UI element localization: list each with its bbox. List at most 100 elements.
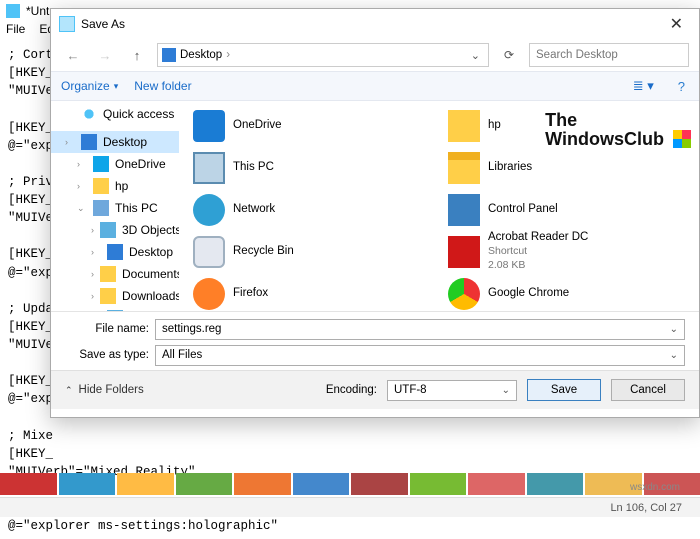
encoding-value: UTF-8 <box>394 384 427 396</box>
content-item-thispc[interactable]: This PC <box>189 147 434 189</box>
save-label: Save <box>551 384 577 396</box>
cancel-label: Cancel <box>630 384 666 396</box>
sidebar-label: 3D Objects <box>122 223 179 237</box>
watermark-site: wsxdn.com <box>630 482 680 493</box>
sidebar-label: Documents <box>122 267 179 281</box>
organize-label: Organize <box>61 79 110 93</box>
sidebar-item-3dobjects[interactable]: ›3D Objects <box>51 219 179 241</box>
content-item-acrobat[interactable]: Acrobat Reader DC Shortcut 2.08 KB <box>444 231 689 273</box>
content-item-hp[interactable]: hp <box>444 105 689 147</box>
breadcrumb-sep[interactable]: › <box>226 49 230 61</box>
dialog-nav: ← → ↑ Desktop › ⌄ ⟳ Search Desktop <box>51 39 699 71</box>
search-input[interactable]: Search Desktop <box>529 43 689 67</box>
sidebar-label: hp <box>115 179 128 193</box>
sidebar-label: OneDrive <box>115 157 166 171</box>
savetype-select[interactable]: All Files ⌄ <box>155 345 685 366</box>
notepad-statusbar: Ln 106, Col 27 <box>0 497 700 517</box>
menu-file[interactable]: File <box>6 22 25 42</box>
close-icon[interactable]: ✕ <box>662 12 691 36</box>
sidebar-label: This PC <box>115 201 158 215</box>
forward-button: → <box>93 43 117 67</box>
save-as-dialog: Save As ✕ ← → ↑ Desktop › ⌄ ⟳ Search Des… <box>50 8 700 418</box>
sidebar-label: Quick access <box>103 107 174 121</box>
back-button[interactable]: ← <box>61 43 85 67</box>
content-item-chrome[interactable]: Google Chrome <box>444 273 689 311</box>
sidebar-item-thispc[interactable]: ⌄This PC <box>51 197 179 219</box>
item-label: Google Chrome <box>488 287 569 301</box>
sidebar-item-onedrive[interactable]: ›OneDrive <box>51 153 179 175</box>
filename-value: settings.reg <box>162 323 221 335</box>
acrobat-icon <box>448 236 480 268</box>
desktop-icon <box>81 134 97 150</box>
save-button[interactable]: Save <box>527 379 601 401</box>
organize-button[interactable]: Organize ▾ <box>61 79 118 93</box>
content-item-controlpanel[interactable]: Control Panel <box>444 189 689 231</box>
desktop-icon <box>162 48 176 62</box>
control-panel-icon <box>448 194 480 226</box>
new-folder-button[interactable]: New folder <box>134 79 191 93</box>
savetype-label: Save as type: <box>65 349 149 361</box>
folder-icon <box>93 178 109 194</box>
onedrive-icon <box>193 110 225 142</box>
up-button[interactable]: ↑ <box>125 43 149 67</box>
savetype-value: All Files <box>162 349 202 361</box>
sidebar-item-downloads[interactable]: ›Downloads <box>51 285 179 307</box>
pc-icon <box>93 200 109 216</box>
item-label: OneDrive <box>233 119 282 133</box>
libraries-icon <box>448 152 480 184</box>
sidebar-item-desktop[interactable]: ›Desktop <box>51 131 179 153</box>
content-pane[interactable]: OneDrive hp This PC Libraries Network Co… <box>179 101 699 311</box>
cancel-button[interactable]: Cancel <box>611 379 685 401</box>
cropped-taskbar-strip <box>0 473 700 495</box>
chevron-down-icon[interactable]: ⌄ <box>670 324 678 335</box>
dialog-fields: File name: settings.reg ⌄ Save as type: … <box>51 311 699 370</box>
hide-folders-label: Hide Folders <box>79 384 144 396</box>
chevron-down-icon: ▾ <box>114 81 119 92</box>
recycle-bin-icon <box>193 236 225 268</box>
filename-input[interactable]: settings.reg ⌄ <box>155 319 685 340</box>
sidebar-label: Desktop <box>103 135 147 149</box>
dialog-title: Save As <box>81 17 662 31</box>
encoding-label: Encoding: <box>326 384 377 396</box>
sidebar[interactable]: Quick access ›Desktop ›OneDrive ›hp ⌄Thi… <box>51 101 179 311</box>
star-icon <box>81 106 97 122</box>
content-item-firefox[interactable]: Firefox <box>189 273 434 311</box>
network-icon <box>193 194 225 226</box>
folder-icon <box>100 266 116 282</box>
item-label: Libraries <box>488 161 532 175</box>
folder-icon <box>448 110 480 142</box>
folder-icon <box>100 288 116 304</box>
chevron-down-icon[interactable]: ⌄ <box>670 350 678 361</box>
sidebar-item-documents[interactable]: ›Documents <box>51 263 179 285</box>
cube-icon <box>100 222 116 238</box>
item-name: Acrobat Reader DC <box>488 231 588 243</box>
sidebar-item-desktop2[interactable]: ›Desktop <box>51 241 179 263</box>
content-item-network[interactable]: Network <box>189 189 434 231</box>
dialog-titlebar[interactable]: Save As ✕ <box>51 9 699 39</box>
onedrive-icon <box>93 156 109 172</box>
breadcrumb[interactable]: Desktop › ⌄ <box>157 43 489 67</box>
status-cursor: Ln 106, Col 27 <box>610 502 682 514</box>
encoding-select[interactable]: UTF-8 ⌄ <box>387 380 517 401</box>
content-item-onedrive[interactable]: OneDrive <box>189 105 434 147</box>
item-label: hp <box>488 119 501 133</box>
content-item-recycle[interactable]: Recycle Bin <box>189 231 434 273</box>
item-label: This PC <box>233 161 274 175</box>
dialog-icon <box>59 16 75 32</box>
item-label: Network <box>233 203 275 217</box>
view-button[interactable]: ≣ ▾ <box>629 78 658 94</box>
chevron-down-icon[interactable]: ⌄ <box>502 385 510 396</box>
help-button[interactable]: ? <box>674 79 689 94</box>
hide-folders-button[interactable]: ⌃ Hide Folders <box>65 384 144 396</box>
sidebar-label: Desktop <box>129 245 173 259</box>
sidebar-item-quick-access[interactable]: Quick access <box>51 103 179 125</box>
refresh-button[interactable]: ⟳ <box>497 43 521 67</box>
content-item-libraries[interactable]: Libraries <box>444 147 689 189</box>
sidebar-item-hp[interactable]: ›hp <box>51 175 179 197</box>
breadcrumb-location[interactable]: Desktop <box>180 49 222 61</box>
item-label: Firefox <box>233 287 268 301</box>
item-type: Shortcut <box>488 245 527 257</box>
chrome-icon <box>448 278 480 310</box>
chevron-down-icon[interactable]: ⌄ <box>467 49 484 62</box>
item-label: Recycle Bin <box>233 245 294 259</box>
